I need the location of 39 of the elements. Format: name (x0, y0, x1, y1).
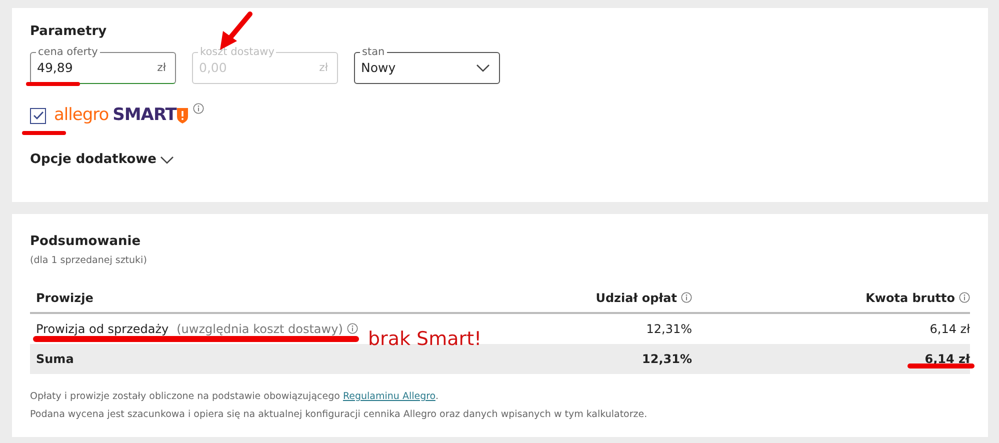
brand-suffix: SMART (112, 104, 176, 127)
check-icon (32, 111, 44, 120)
input-field[interactable]: cena oferty 49,89 zł (30, 46, 176, 84)
table-cell: 6,14 zł (930, 322, 970, 336)
underline-annotation (22, 131, 66, 135)
field-label: cena oferty (37, 46, 99, 59)
section-title: Parametry (30, 23, 107, 41)
row-note: (uwzględnia koszt dostawy) (176, 322, 343, 336)
chevron-icon (476, 64, 490, 72)
extra-options-toggle[interactable]: Opcje dodatkowe (30, 150, 160, 170)
checkbox[interactable] (30, 108, 46, 124)
info-icon[interactable] (959, 292, 970, 303)
column-header: Prowizje (36, 291, 94, 305)
table-cell: 12,31% (646, 322, 692, 336)
row-label: Suma (36, 352, 74, 366)
info-icon[interactable] (681, 292, 692, 303)
column-header: Udział opłat (596, 291, 677, 305)
footnote: Podana wycena jest szacunkowa i opiera się na aktualnej konfiguracji cennika Allegro oraz danych wpisanych w tym kalkulatorze. (30, 408, 648, 422)
table-cell: 12,31% (642, 352, 692, 366)
subtitle: (dla 1 sprzedanej sztuki) (30, 254, 147, 268)
condition-select[interactable]: stan Nowy (354, 46, 500, 84)
column-header: Kwota brutto (866, 291, 955, 305)
field-value[interactable]: 49,89 (37, 58, 158, 78)
terms-link[interactable]: Regulaminu Allegro (342, 391, 436, 402)
info-icon[interactable] (346, 323, 358, 334)
field-label: stan (361, 46, 386, 59)
table-cell: 6,14 zł (924, 352, 970, 366)
underline-annotation (26, 82, 80, 86)
info-icon[interactable] (193, 103, 204, 114)
row-label: Prowizja od sprzedaży (36, 322, 169, 336)
field-label: koszt dostawy (199, 46, 276, 59)
section-title: Podsumowanie (30, 233, 141, 251)
brand-name: allegro (54, 104, 109, 127)
footnote: Opłaty i prowizje zostały obliczone na podstawie obowiązującego Regulaminu Allegro. (30, 390, 438, 404)
currency-label: zł (319, 60, 328, 76)
shield-icon (176, 107, 190, 124)
underline-annotation (908, 364, 974, 368)
currency-label: zł (157, 60, 166, 76)
annotation-text: brak Smart! (368, 327, 482, 352)
